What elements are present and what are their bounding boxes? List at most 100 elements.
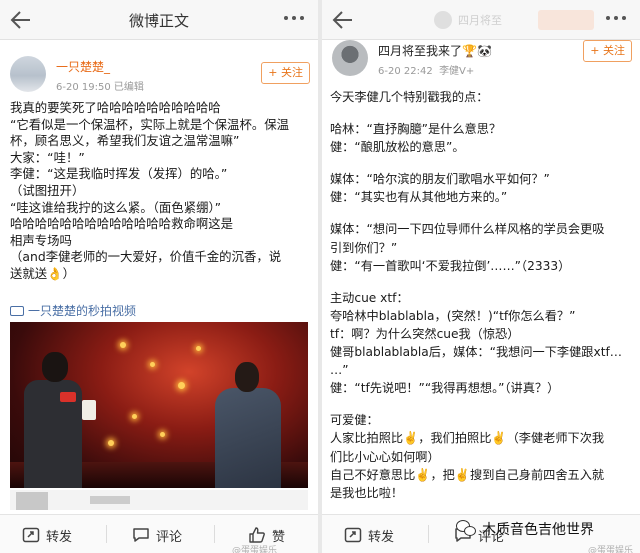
repost-icon: [22, 527, 40, 543]
post-line: 哈哈哈哈哈哈哈哈哈哈哈哈哈救命啊这是: [10, 216, 234, 232]
post-line: 健：“有一首歌叫‘不爱我拉倒’……”（2333）: [330, 258, 571, 273]
watermark: @蛋蛋娱乐: [232, 546, 278, 553]
post-line: （and李健老师的一大爱好，价值千金的沉香，说: [10, 249, 282, 265]
post-line: 夸哈林中blablabla，(突然！)“tf你怎么看？”: [330, 308, 576, 323]
mini-avatar: [434, 11, 452, 29]
thermos-cup: [82, 400, 96, 420]
stage-light: [150, 362, 155, 367]
post-line: 杯，顾名思义，希望我们友谊之温常温嘛”: [10, 133, 240, 149]
header-follow-faded: [538, 10, 594, 30]
stage-light: [160, 432, 165, 437]
post-line: 媒体：“想问一下四位导师什么样风格的学员会更吸: [330, 222, 605, 237]
author-row: 四月将至我来了🏆🐼 6-20 22:42 李健V+ + 关注: [332, 40, 632, 82]
post-line: 健：“tf先说吧！”“我得再想想。”（讲真？）: [330, 381, 560, 396]
post-line: 李健：“这是我临时挥发（发挥）的哈。”: [10, 166, 228, 182]
page-title: 微博正文: [128, 12, 189, 30]
repost-label: 转发: [368, 529, 395, 545]
repost-button[interactable]: 转发: [22, 524, 72, 546]
stage-light: [120, 342, 126, 348]
post-time: 6-20 19:50 已编辑: [56, 82, 144, 93]
post-line: 送就送👌）: [10, 265, 75, 281]
post-line: 健哥blablablabla后，媒体：“我想问一下李健跟xtf…: [330, 345, 622, 360]
author-row: 一只楚楚_ 6-20 19:50 已编辑 + 关注: [10, 56, 310, 98]
right-weibo-screenshot: 四月将至 四月将至我来了🏆🐼 6-20 22:42 李健V+ + 关注 今天李健…: [322, 0, 640, 553]
post-line: 自己不好意思比✌️，把✌️搜到自己身前四舍五入就: [330, 467, 605, 482]
watermark: @蛋蛋娱乐: [588, 546, 634, 553]
edited-label: 已编辑: [113, 82, 144, 93]
left-weibo-screenshot: 微博正文 一只楚楚_ 6-20 19:50 已编辑 + 关注 我真的要笑死了哈哈…: [0, 0, 318, 553]
video-link[interactable]: 一只楚楚的秒拍视频: [10, 302, 136, 319]
post-line: 健：“其实也有从其他地方来的。”: [330, 190, 508, 205]
post-line: 们比小心心如何啊）: [330, 449, 440, 464]
author-name[interactable]: 一只楚楚_: [56, 58, 110, 75]
post-line: tf：啊？为什么突然cue我（惊恐）: [330, 326, 520, 341]
preview-text-placeholder: [90, 496, 130, 504]
divider: [106, 525, 107, 543]
post-line: 可爱健：: [330, 413, 379, 428]
singer-head: [235, 362, 259, 392]
post-line: 主动cue xtf：: [330, 290, 409, 305]
next-post-preview[interactable]: [10, 490, 308, 510]
preview-thumbnail: [16, 492, 48, 510]
more-icon[interactable]: [606, 16, 626, 22]
like-label: 赞: [272, 529, 286, 545]
thumbs-up-icon: [249, 527, 265, 543]
stage-light: [178, 382, 185, 389]
post-line: …”: [330, 363, 349, 378]
post-line: “它看似是一个保温杯，实际上就是个保温杯。保温: [10, 116, 290, 132]
avatar[interactable]: [332, 40, 368, 76]
wechat-brand-label: 木质音色吉他世界: [482, 522, 594, 538]
stage-light: [196, 346, 201, 351]
post-line: 健：“酿肌放松的意思”。: [330, 140, 465, 155]
stage-light: [108, 440, 114, 446]
comment-label: 评论: [156, 529, 183, 545]
post-line: 相声专场吗: [10, 232, 72, 248]
left-action-bar: 转发 评论 赞 @蛋蛋娱乐: [0, 514, 318, 553]
wechat-icon: [456, 520, 478, 538]
repost-button[interactable]: 转发: [344, 524, 394, 546]
post-line: 媒体：“哈尔滨的朋友们歌唱水平如何？”: [330, 172, 550, 187]
stage-light: [132, 414, 137, 419]
back-arrow-icon[interactable]: [332, 10, 354, 30]
post-line: “哇这谁给我拧的这么紧。（面色紧绷）”: [10, 199, 222, 215]
author-name[interactable]: 四月将至我来了🏆🐼: [378, 42, 492, 59]
follow-button[interactable]: + 关注: [583, 40, 632, 62]
repost-icon: [344, 527, 362, 543]
divider: [214, 525, 215, 543]
right-top-bar: 四月将至: [322, 0, 640, 40]
video-player[interactable]: [10, 322, 308, 488]
post-line: 哈林：“直抒胸臆”是什么意思？: [330, 122, 502, 137]
post-line: 大家：“哇！”: [10, 149, 85, 165]
post-line: 我真的要笑死了哈哈哈哈哈哈哈哈哈哈: [10, 100, 221, 115]
comment-icon: [133, 528, 149, 542]
post-line: 是我也比啦！: [330, 485, 404, 500]
host-head: [42, 352, 68, 382]
post-line: 引到你们？”: [330, 240, 398, 255]
wechat-brand-watermark: 木质音色吉他世界: [456, 518, 594, 540]
post-line: 今天李健几个特别戳我的点：: [330, 90, 489, 104]
post-line: （试图扭开）: [10, 182, 85, 198]
repost-label: 转发: [46, 529, 73, 545]
post-body: 今天李健几个特别戳我的点： 哈林：“直抒胸臆”是什么意思？ 健：“酿肌放松的意思”。…: [330, 88, 634, 502]
video-link-icon: [10, 305, 24, 316]
header-user-faded: 四月将至: [434, 10, 524, 30]
microphone-icon: [60, 392, 76, 402]
header-user-name: 四月将至: [458, 14, 502, 27]
video-link-label: 一只楚楚的秒拍视频: [28, 304, 137, 318]
divider: [428, 525, 429, 543]
left-top-bar: 微博正文: [0, 0, 318, 40]
post-time: 6-20 22:42 李健V+: [378, 66, 475, 77]
comment-button[interactable]: 评论: [132, 524, 182, 546]
avatar[interactable]: [10, 56, 46, 92]
post-body: 我真的要笑死了哈哈哈哈哈哈哈哈哈哈 “它看似是一个保温杯，实际上就是个保温杯。保温…: [10, 100, 310, 283]
more-icon[interactable]: [284, 16, 304, 22]
post-source: 李健V+: [439, 66, 475, 77]
post-line: 人家比拍照比✌️，我们拍照比✌️（李健老师下次我: [330, 431, 605, 446]
follow-button[interactable]: + 关注: [261, 62, 310, 84]
singer-figure: [215, 388, 281, 488]
